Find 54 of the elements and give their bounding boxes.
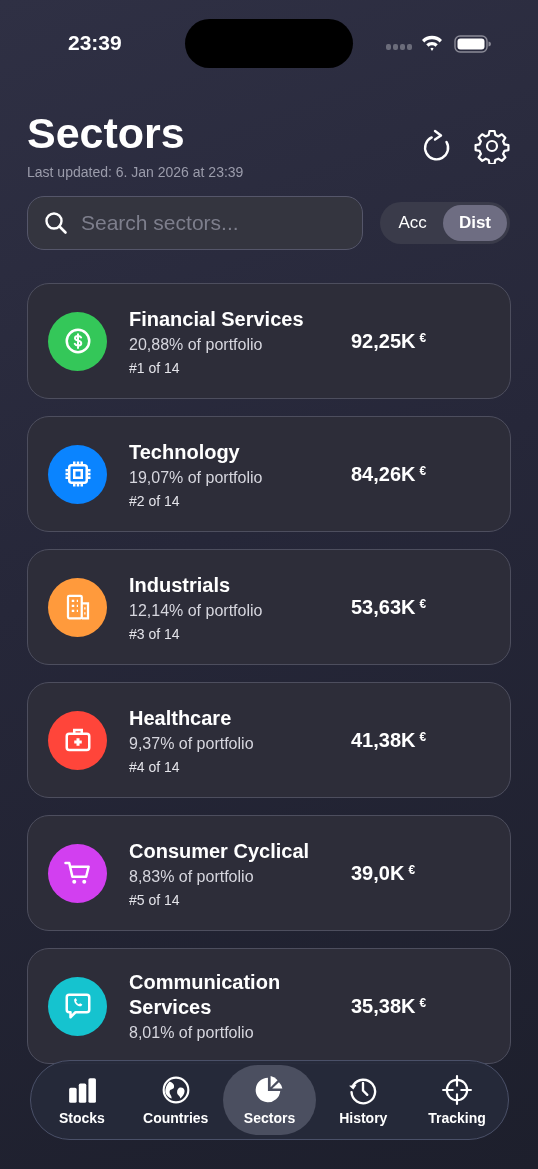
portfolio-share: 20,88% of portfolio xyxy=(129,335,264,354)
sector-rank: #5 of 14 xyxy=(129,891,181,908)
portfolio-share: 8,83% of portfolio xyxy=(129,867,255,886)
status-time: 23:39 xyxy=(68,31,122,55)
signal-icon xyxy=(386,43,412,51)
currency-symbol: € xyxy=(408,862,416,877)
crosshair-icon xyxy=(442,1074,473,1105)
pie-chart-icon xyxy=(254,1074,285,1105)
sector-card[interactable]: Technology 19,07% of portfolio #2 of 14 84,26K € xyxy=(27,416,511,532)
portfolio-share: 8,01% of portfolio xyxy=(129,1024,255,1042)
sector-card[interactable]: Communication Services 8,01% of portfolio 35,38K € xyxy=(27,948,511,1064)
settings-icon[interactable] xyxy=(474,128,510,164)
last-updated-text: Last updated: 6. Jan 2026 at 23:39 xyxy=(27,164,244,180)
wifi-icon xyxy=(421,34,443,52)
currency-symbol: € xyxy=(419,729,427,744)
sector-card[interactable]: Financial Services 20,88% of portfolio #1 of 14 92,25K € xyxy=(27,283,511,399)
sector-rank: #4 of 14 xyxy=(129,758,181,775)
search-icon xyxy=(43,210,69,236)
page-title: Sectors xyxy=(27,108,186,158)
tab-item[interactable]: Sectors xyxy=(222,1065,317,1135)
portfolio-share: 9,37% of portfolio xyxy=(129,734,255,753)
battery-icon xyxy=(454,35,491,53)
globe-icon xyxy=(160,1074,191,1105)
currency-symbol: € xyxy=(419,330,427,345)
sector-name: Industrials xyxy=(129,572,232,598)
sector-value: 39,0K xyxy=(351,861,405,885)
sector-card[interactable]: Healthcare 9,37% of portfolio #4 of 14 41,38K € xyxy=(27,682,511,798)
sector-value: 53,63K xyxy=(351,595,416,619)
sector-card[interactable]: Industrials 12,14% of portfolio #3 of 14 53,63K € xyxy=(27,549,511,665)
currency-symbol: € xyxy=(419,596,427,611)
sector-card[interactable]: Consumer Cyclical 8,83% of portfolio #5 of 14 39,0K € xyxy=(27,815,511,931)
tab-item[interactable]: History xyxy=(316,1065,411,1135)
sector-value: 35,38K xyxy=(351,994,416,1018)
tab-item[interactable]: Countries xyxy=(128,1065,223,1135)
sector-value: 41,38K xyxy=(351,728,416,752)
sector-value: 92,25K xyxy=(351,329,416,353)
tab-item[interactable]: Tracking xyxy=(410,1065,504,1135)
toggle-option[interactable]: Acc xyxy=(382,205,443,241)
sector-rank: #3 of 14 xyxy=(129,625,181,642)
search-field[interactable]: Search sectors... xyxy=(27,196,363,250)
sector-name: Consumer Cyclical xyxy=(129,838,311,864)
tab-item[interactable]: Stocks xyxy=(35,1065,129,1135)
currency-symbol: € xyxy=(419,995,427,1010)
sector-name: Communication Services xyxy=(129,970,282,1020)
sector-name: Healthcare xyxy=(129,705,233,731)
sector-rank: #1 of 14 xyxy=(129,359,181,376)
currency-symbol: € xyxy=(419,463,427,478)
sector-name: Financial Services xyxy=(129,306,305,332)
sector-rank: #2 of 14 xyxy=(129,492,181,509)
sector-name: Technology xyxy=(129,439,241,465)
portfolio-share: 12,14% of portfolio xyxy=(129,601,264,620)
sector-value: 84,26K xyxy=(351,462,416,486)
portfolio-share: 19,07% of portfolio xyxy=(129,468,264,487)
toggle-option[interactable]: Dist xyxy=(442,205,507,241)
